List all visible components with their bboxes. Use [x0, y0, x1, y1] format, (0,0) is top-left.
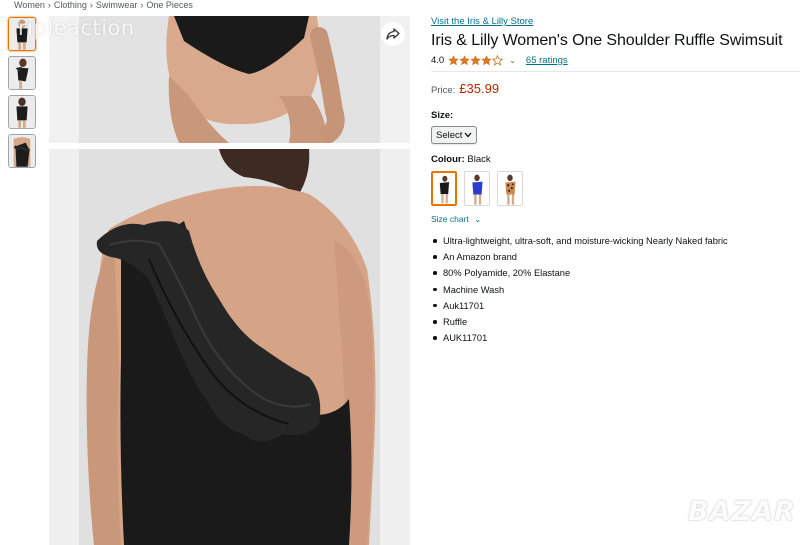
colour-value: Black [467, 154, 491, 165]
divider [431, 71, 800, 72]
star-filled-icon [448, 54, 460, 65]
size-chart-label: Size chart [431, 214, 469, 224]
colour-row: Colour: Black [431, 154, 800, 165]
watermark-text: ripleaction [18, 16, 135, 40]
size-chart-link[interactable]: Size chart ⌄ [431, 214, 800, 225]
star-filled-icon [470, 54, 482, 65]
list-item: Ultra-lightweight, ultra-soft, and moist… [433, 233, 800, 249]
breadcrumb-one-pieces[interactable]: One Pieces [146, 0, 193, 10]
store-link[interactable]: Visit the Iris & Lilly Store [431, 16, 800, 27]
price-value: £35.99 [459, 81, 500, 96]
list-item: Machine Wash [433, 282, 800, 298]
list-item: 80% Polyamide, 20% Elastane [433, 265, 800, 281]
star-filled-icon [459, 54, 471, 65]
list-item: Auk11701 [433, 298, 800, 314]
price-row: Price: £35.99 [431, 81, 800, 96]
swimsuit-back-photo [49, 149, 410, 545]
product-info: Visit the Iris & Lilly Store Iris & Lill… [431, 16, 800, 346]
star-rating[interactable] [448, 54, 504, 66]
thumbnail-4[interactable] [8, 134, 36, 168]
colour-swatches [431, 171, 800, 206]
swimsuit-back-thumb-icon [9, 96, 35, 128]
chevron-down-icon: ⌄ [474, 214, 482, 224]
swimsuit-side-thumb-icon [9, 57, 35, 89]
swimsuit-blue-swatch-icon [465, 172, 489, 205]
bazar-watermark-logo: BAZAR [688, 496, 796, 527]
price-label: Price: [431, 85, 456, 96]
product-title: Iris & Lilly Women's One Shoulder Ruffle… [431, 32, 783, 49]
size-dropdown[interactable]: Select [431, 126, 477, 144]
product-image-main[interactable] [49, 149, 410, 545]
list-item: An Amazon brand [433, 249, 800, 265]
chevron-down-icon [464, 132, 472, 138]
size-selected-value: Select [436, 129, 463, 141]
swimsuit-ruffle-thumb-icon [9, 135, 35, 167]
rating-row: 4.0 ⌄ 65 ratings [431, 54, 800, 66]
breadcrumb-swimwear[interactable]: Swimwear [96, 0, 138, 10]
breadcrumb-separator: › [140, 0, 144, 10]
swatch-blue[interactable] [464, 171, 490, 206]
breadcrumb: Women › Clothing › Swimwear › One Pieces [14, 0, 193, 10]
share-icon [386, 28, 400, 40]
size-label: Size: [431, 110, 454, 121]
star-empty-icon [492, 54, 504, 66]
swatch-leopard[interactable] [497, 171, 523, 206]
ratings-count-link[interactable]: 65 ratings [526, 55, 568, 66]
breadcrumb-separator: › [89, 0, 93, 10]
breadcrumb-separator: › [47, 0, 51, 10]
share-button[interactable] [381, 22, 405, 46]
list-item: AUK11701 [433, 330, 800, 346]
swimsuit-leopard-swatch-icon [498, 172, 522, 205]
thumbnail-strip [8, 17, 36, 173]
feature-bullets: Ultra-lightweight, ultra-soft, and moist… [431, 233, 800, 346]
swimsuit-black-swatch-icon [433, 173, 455, 204]
breadcrumb-clothing[interactable]: Clothing [54, 0, 87, 10]
breadcrumb-women[interactable]: Women [14, 0, 45, 10]
colour-label: Colour: [431, 154, 465, 165]
list-item: Ruffle [433, 314, 800, 330]
rating-value: 4.0 [431, 54, 445, 66]
chevron-down-icon[interactable]: ⌄ [509, 56, 516, 65]
thumbnail-3[interactable] [8, 95, 36, 129]
star-filled-icon [481, 54, 493, 65]
thumbnail-2[interactable] [8, 56, 36, 90]
swatch-black[interactable] [431, 171, 457, 206]
